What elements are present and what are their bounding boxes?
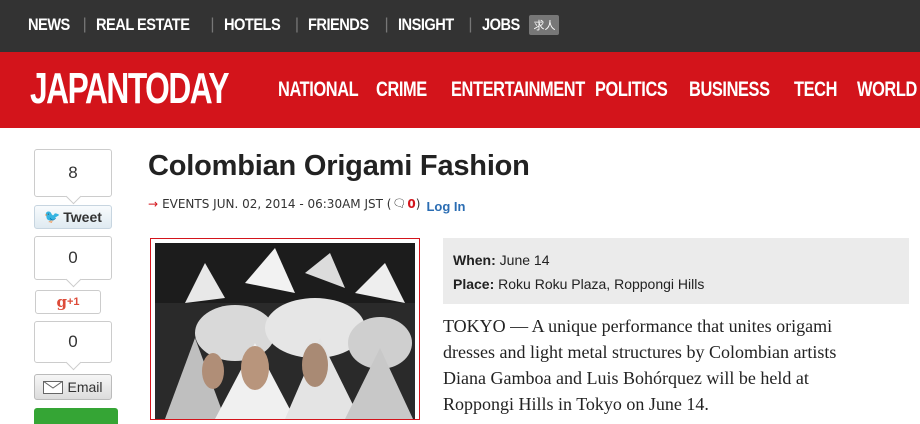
article-meta: → EVENTS JUN. 02, 2014 - 06:30AM JST ( 🗨… <box>148 196 465 215</box>
google-plus-icon: g <box>56 293 67 311</box>
separator: | <box>294 16 300 33</box>
google-plus-button[interactable]: g +1 <box>35 290 101 314</box>
event-when: When: June 14 <box>453 248 899 272</box>
header-bar: JAPANTODAY NATIONAL CRIME ENTERTAINMENT … <box>0 52 920 128</box>
when-value: June 14 <box>499 252 550 268</box>
separator: | <box>210 16 215 33</box>
tweet-label: Tweet <box>63 209 102 225</box>
topnav-real-estate[interactable]: REAL ESTATE <box>96 15 190 35</box>
tweet-button[interactable]: 🐦 Tweet <box>34 205 112 229</box>
gplus-count-box: 0 <box>34 236 112 280</box>
more-share-button-wrap <box>34 408 118 424</box>
nav-business[interactable]: BUSINESS <box>689 78 771 102</box>
gplus-count: 0 <box>34 236 112 280</box>
nav-tech[interactable]: TECH <box>794 78 843 102</box>
comment-icon[interactable]: 🗨 <box>392 197 406 210</box>
email-count: 0 <box>34 321 112 363</box>
topnav-jobs[interactable]: JOBS <box>482 15 520 35</box>
separator: | <box>384 16 389 33</box>
separator: | <box>82 16 87 33</box>
tweet-button-wrap: 🐦 Tweet <box>34 205 112 229</box>
email-label: Email <box>67 379 103 395</box>
arrow-icon: → <box>148 196 159 211</box>
place-value: Roku Roku Plaza, Roppongi Hills <box>498 276 705 292</box>
envelope-icon <box>43 380 64 394</box>
article-category-date: EVENTS JUN. 02, 2014 - 06:30AM JST ( <box>162 196 392 211</box>
email-button[interactable]: Email <box>34 374 112 400</box>
topnav-hotels[interactable]: HOTELS <box>224 15 281 35</box>
nav-world[interactable]: WORLD C <box>857 78 920 102</box>
jobs-badge[interactable]: 求人 <box>529 15 560 35</box>
nav-crime[interactable]: CRIME <box>376 78 435 102</box>
origami-fashion-photo <box>155 243 415 419</box>
nav-politics[interactable]: POLITICS <box>595 78 668 102</box>
email-button-wrap: Email <box>34 374 112 400</box>
login-link[interactable]: Log In <box>426 199 465 214</box>
when-label: When: <box>453 252 496 268</box>
article-title: Colombian Origami Fashion <box>148 150 530 182</box>
gplus-label: +1 <box>66 296 80 308</box>
main-nav: NATIONAL CRIME ENTERTAINMENT POLITICS BU… <box>278 78 920 102</box>
top-nav: NEWS | REAL ESTATE | HOTELS | FRIENDS | … <box>28 15 565 35</box>
article-photo[interactable] <box>150 238 420 420</box>
nav-national[interactable]: NATIONAL <box>278 78 359 102</box>
separator: | <box>468 16 473 33</box>
meta-close: ) <box>415 196 421 211</box>
article-body: TOKYO — A unique performance that unites… <box>443 316 837 414</box>
twitter-bird-icon: 🐦 <box>44 209 61 224</box>
nav-entertainment[interactable]: ENTERTAINMENT <box>451 78 585 102</box>
top-bar: NEWS | REAL ESTATE | HOTELS | FRIENDS | … <box>0 0 920 52</box>
place-label: Place: <box>453 276 495 292</box>
event-info-box: When: June 14 Place: Roku Roku Plaza, Ro… <box>443 238 909 304</box>
share-more-button[interactable] <box>34 408 118 424</box>
topnav-news[interactable]: NEWS <box>28 15 70 35</box>
topnav-insight[interactable]: INSIGHT <box>398 15 454 35</box>
gplus-button-wrap: g +1 <box>35 290 101 314</box>
topnav-friends[interactable]: FRIENDS <box>308 15 369 35</box>
tweet-count: 8 <box>34 149 112 197</box>
event-place: Place: Roku Roku Plaza, Roppongi Hills <box>453 272 899 296</box>
comment-count[interactable]: 0 <box>407 197 415 211</box>
tweet-count-box: 8 <box>34 149 112 197</box>
site-logo[interactable]: JAPANTODAY <box>30 64 229 114</box>
email-count-box: 0 <box>34 321 112 363</box>
